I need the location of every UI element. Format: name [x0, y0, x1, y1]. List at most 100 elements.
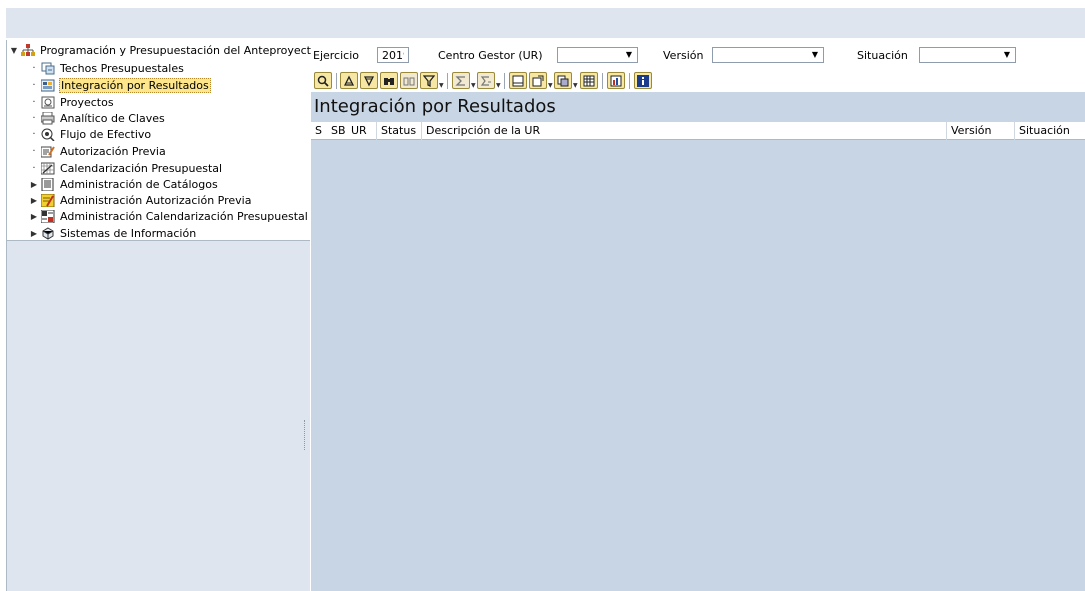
- tree-item-autorizacion-previa[interactable]: · Autorización Previa: [29, 143, 167, 159]
- views-button[interactable]: [554, 72, 572, 89]
- expand-triangle-icon[interactable]: ▶: [29, 196, 39, 205]
- tree-item-label: Calendarización Presupuestal: [60, 161, 223, 175]
- expand-triangle-icon[interactable]: ▶: [29, 212, 39, 221]
- views-icon: [557, 75, 569, 87]
- dropdown-arrow-icon: ▼: [811, 50, 818, 59]
- version-label: Versión: [663, 49, 704, 62]
- expand-triangle-icon[interactable]: ▶: [29, 229, 39, 238]
- tree-item-flujo-de-efectivo[interactable]: · Flujo de Efectivo: [29, 126, 152, 142]
- binoculars-next-icon: [403, 77, 415, 86]
- grid-body[interactable]: [314, 140, 1085, 591]
- tree-item-label: Autorización Previa: [60, 144, 166, 158]
- navigation-tree: ▼ Programación y Presupuestación del Ant…: [7, 40, 318, 241]
- column-header-descripcion[interactable]: Descripción de la UR: [422, 122, 947, 140]
- collapse-triangle-icon[interactable]: ▼: [9, 46, 19, 55]
- selection-bar: Ejercicio Centro Gestor (UR) ▼ Versión ▼…: [311, 40, 1085, 70]
- column-header-situacion[interactable]: Situación: [1015, 122, 1085, 140]
- dropdown-arrow-icon: ▼: [1003, 50, 1010, 59]
- calendar-icon: [40, 162, 55, 175]
- export-icon: [532, 75, 544, 87]
- change-layout-button[interactable]: [580, 72, 598, 89]
- cash-flow-icon: [41, 128, 55, 142]
- tree-item-label: Integración por Resultados: [59, 77, 211, 93]
- sum-icon: [455, 76, 465, 86]
- export-dropdown-arrow-icon[interactable]: ▼: [548, 82, 553, 89]
- info-systems-icon: [41, 226, 55, 240]
- centro-gestor-label: Centro Gestor (UR): [438, 49, 543, 62]
- top-toolbar-area: [6, 8, 1085, 38]
- tree-item-label: Administración de Catálogos: [60, 177, 218, 191]
- magnifier-icon: [317, 75, 329, 87]
- version-dropdown[interactable]: ▼: [712, 47, 824, 63]
- projects-icon: [41, 96, 55, 109]
- ejercicio-input[interactable]: [377, 47, 409, 63]
- tree-item-sistemas-de-informacion[interactable]: ▶ Sistemas de Información: [29, 225, 197, 241]
- information-button[interactable]: [634, 72, 652, 89]
- authorization-icon: [40, 145, 55, 158]
- catalog-icon: [41, 177, 55, 191]
- expand-triangle-icon[interactable]: ▶: [29, 180, 39, 189]
- column-header-ur[interactable]: UR: [347, 122, 377, 140]
- tree-item-administracion-de-catalogos[interactable]: ▶ Administración de Catálogos: [29, 176, 219, 192]
- subtotal-dropdown-arrow-icon[interactable]: ▼: [496, 82, 501, 89]
- tree-item-label: Techos Presupuestales: [60, 61, 184, 75]
- keys-icon: [40, 111, 55, 125]
- find-button[interactable]: [380, 72, 398, 89]
- filter-button[interactable]: [420, 72, 438, 89]
- export-button[interactable]: [529, 72, 547, 89]
- tree-item-label: Flujo de Efectivo: [60, 127, 152, 141]
- filter-icon: [423, 75, 435, 87]
- binoculars-icon: [384, 78, 394, 85]
- grid-layout-icon: [583, 75, 595, 87]
- page-title: Integración por Resultados: [314, 96, 556, 117]
- navigation-panel: ▼ Programación y Presupuestación del Ant…: [6, 40, 318, 591]
- column-header-sb[interactable]: SB: [327, 122, 349, 140]
- centro-gestor-dropdown[interactable]: ▼: [557, 47, 638, 63]
- situacion-label: Situación: [857, 49, 908, 62]
- dropdown-arrow-icon: ▼: [625, 50, 632, 59]
- column-header-s[interactable]: S: [311, 122, 325, 140]
- tree-item-techos-presupuestales[interactable]: · Techos Presupuestales: [29, 60, 185, 76]
- tree-item-label: Proyectos: [60, 95, 114, 109]
- print-preview-button[interactable]: [509, 72, 527, 89]
- tree-item-label: Administración Calendarización Presupues…: [60, 209, 308, 223]
- tree-item-label: Administración Autorización Previa: [60, 193, 252, 207]
- views-dropdown-arrow-icon[interactable]: ▼: [573, 82, 578, 89]
- sort-ascending-button[interactable]: [340, 72, 358, 89]
- tree-item-administracion-autorizacion-previa[interactable]: ▶ Administración Autorización Previa: [29, 192, 252, 208]
- print-preview-icon: [512, 75, 524, 87]
- budget-ceiling-icon: [41, 62, 55, 75]
- panel-splitter[interactable]: [304, 420, 308, 450]
- details-button[interactable]: [314, 72, 332, 89]
- alv-toolbar: ▼ ▼ ▼ ▼ ▼: [311, 70, 1085, 92]
- total-button[interactable]: [452, 72, 470, 89]
- situacion-dropdown[interactable]: ▼: [919, 47, 1016, 63]
- tree-item-calendarizacion-presupuestal[interactable]: · Calendarización Presupuestal: [29, 160, 223, 176]
- sort-descending-button[interactable]: [360, 72, 378, 89]
- integration-icon: [40, 79, 55, 92]
- column-header-status[interactable]: Status: [377, 122, 422, 140]
- tree-item-label: Sistemas de Información: [60, 226, 197, 240]
- find-next-button[interactable]: [400, 72, 418, 89]
- sort-ascending-icon: [343, 75, 355, 86]
- graphic-button[interactable]: [607, 72, 625, 89]
- filter-dropdown-arrow-icon[interactable]: ▼: [439, 82, 444, 89]
- org-chart-icon: [21, 43, 35, 57]
- tree-root[interactable]: ▼ Programación y Presupuestación del Ant…: [9, 42, 319, 58]
- subtotal-button[interactable]: [477, 72, 495, 89]
- tree-item-label: Analítico de Claves: [60, 111, 165, 125]
- admin-calendar-icon: [40, 209, 55, 223]
- info-icon: [637, 75, 649, 87]
- subtotal-icon: [480, 76, 491, 86]
- tree-item-proyectos[interactable]: · Proyectos: [29, 94, 115, 110]
- ejercicio-label: Ejercicio: [313, 49, 359, 62]
- grid-header: S SB UR Status Descripción de la UR Vers…: [311, 122, 1085, 140]
- total-dropdown-arrow-icon[interactable]: ▼: [471, 82, 476, 89]
- sort-descending-icon: [363, 76, 375, 87]
- main-content: Ejercicio Centro Gestor (UR) ▼ Versión ▼…: [311, 40, 1085, 591]
- column-header-version[interactable]: Versión: [947, 122, 1015, 140]
- tree-item-integracion-por-resultados[interactable]: · Integración por Resultados: [29, 77, 211, 93]
- tree-root-label: Programación y Presupuestación del Antep…: [40, 43, 318, 57]
- tree-item-administracion-calendarizacion-presupuestal[interactable]: ▶ Administración Calendarización Presupu…: [29, 208, 309, 224]
- tree-item-analitico-de-claves[interactable]: · Analítico de Claves: [29, 110, 166, 126]
